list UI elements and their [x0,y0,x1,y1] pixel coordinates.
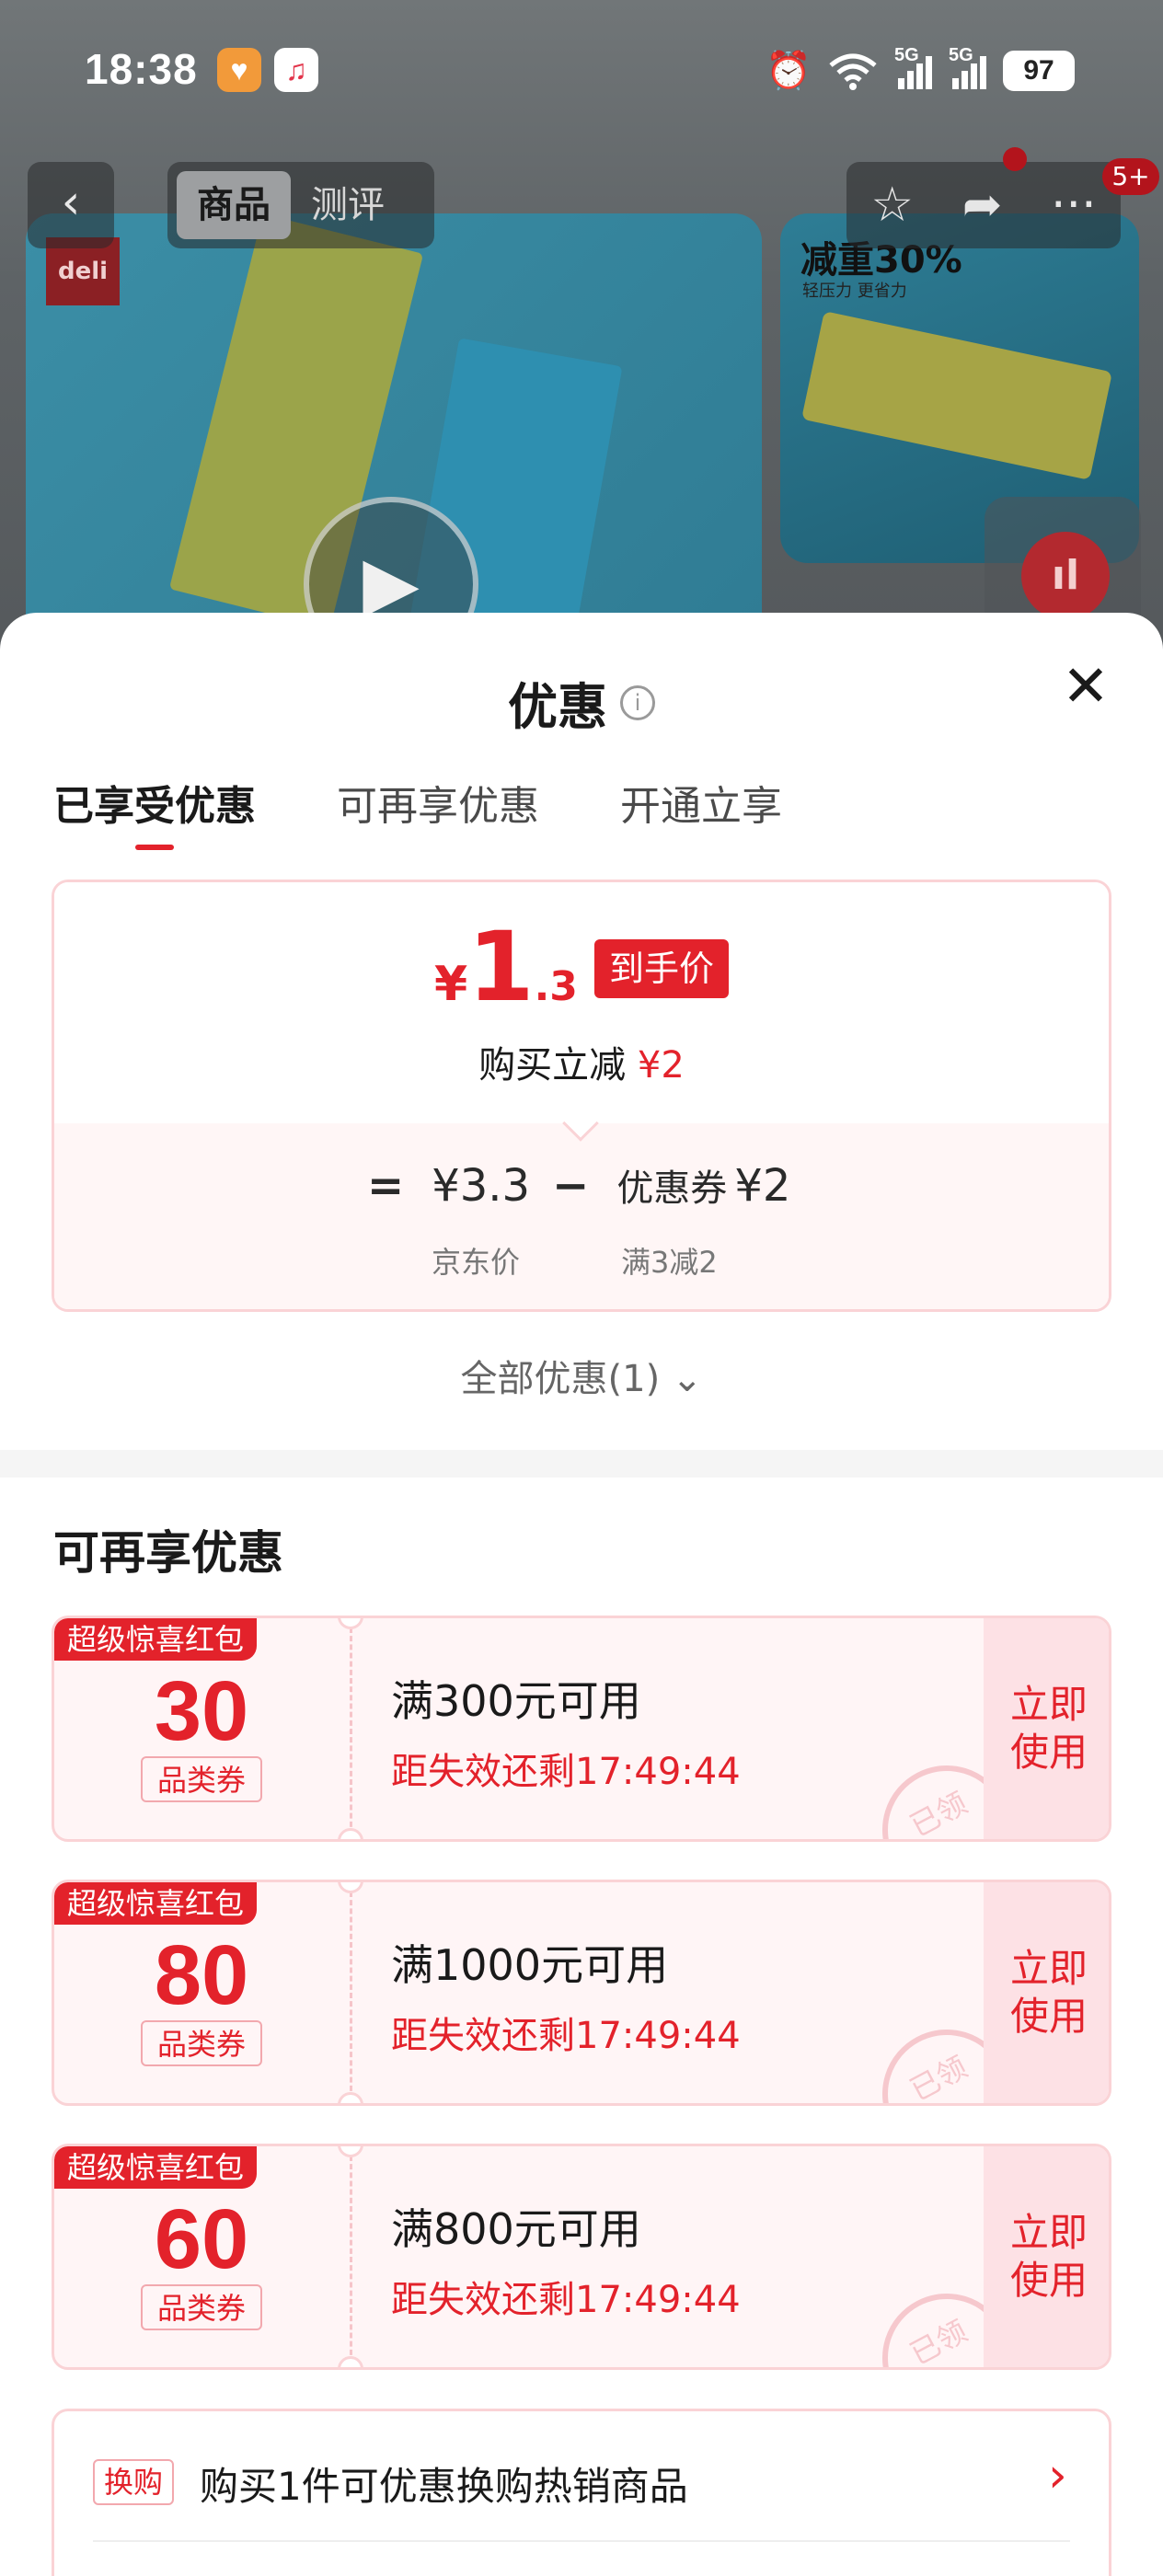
app-notification-icon: ♥ [217,48,261,92]
coupon-card[interactable]: 超级惊喜红包 60 品类券 满800元可用 距失效还剩17:49:44 已领 立… [52,2144,1111,2370]
status-icons: ⏰ 5G 5G 97 [766,45,1075,96]
use-now-button[interactable]: 立即 使用 [984,2146,1109,2367]
coupon-card[interactable]: 超级惊喜红包 80 品类券 满1000元可用 距失效还剩17:49:44 已领 … [52,1880,1111,2106]
section-title: 可再享优惠 [53,1526,283,1580]
save-text: 购买立减 [478,1044,627,1087]
signal-icon: 5G [894,45,932,89]
all-offers-label: 全部优惠(1) [460,1358,661,1400]
signal-icon: 5G [949,45,986,89]
final-price: ¥1.3 到手价 [54,919,1109,1015]
final-price-tag: 到手价 [593,939,729,998]
coupon-condition: 满1000元可用 [391,1940,669,1990]
top-actions: ☆ ➦ ··· [846,162,1121,248]
coupon-rule: 满3减2 [621,1245,718,1280]
sheet-header: 优惠 i [0,666,1163,739]
sheet-title: 优惠 [508,678,607,736]
price-decimal: .3 [534,963,578,1010]
coupon-condition: 满800元可用 [391,2204,641,2254]
chevron-down-icon: ⌄ [671,1358,703,1400]
tab-activate[interactable]: 开通立享 [620,773,782,832]
divider [93,2540,1070,2542]
product-page-background: deli ▶ 减重30% 轻压力 更省力 ıl 18:38 ♥ ♫ ⏰ 5G 5… [0,0,1163,699]
chevron-right-icon[interactable]: › [1048,2448,1067,2503]
music-app-icon: ♫ [274,48,318,92]
exchange-text: 购买1件可优惠换购热销商品 [200,2464,688,2509]
coupon-value: 30 [154,1664,249,1758]
base-price-label: 京东价 [432,1245,521,1280]
use-now-label: 立即 使用 [1009,1946,1088,2039]
coupon-badge: 超级惊喜红包 [54,1618,258,1661]
network-type-2: 5G [949,45,973,65]
close-icon[interactable]: ✕ [1058,658,1113,715]
exchange-offer-card[interactable]: 换购 购买1件可优惠换购热销商品 › [52,2409,1111,2576]
coupon-expiry: 距失效还剩17:49:44 [391,2279,741,2321]
currency-symbol: ¥ [434,957,468,1012]
exchange-tag: 换购 [93,2459,175,2505]
tab-more-offers[interactable]: 可再享优惠 [337,773,539,832]
price-formula: = ¥3.3− 优惠券 ¥2 [367,1158,812,1212]
price-summary-card: ¥1.3 到手价 购买立减 ¥2 = ¥3.3− 优惠券 ¥2 京东价 满3减2 [52,880,1111,1312]
coupon-card[interactable]: 超级惊喜红包 30 品类券 满300元可用 距失效还剩17:49:44 已领 立… [52,1616,1111,1842]
info-icon[interactable]: i [620,684,655,720]
coupon-value: 80 [154,1928,249,2022]
tab-product[interactable]: 商品 [177,171,291,239]
coupon-value: 60 [154,2192,249,2286]
back-button[interactable]: ‹ [28,162,114,248]
discount-sheet: 优惠 i ✕ 已享受优惠 可再享优惠 开通立享 ¥1.3 到手价 购买立减 ¥2 =… [0,613,1163,2576]
section-divider [0,1450,1163,1478]
message-badge: 5+ [1102,158,1159,195]
wifi-icon [829,53,877,90]
tab-review[interactable]: 测评 [291,171,405,239]
coupon-expiry: 距失效还剩17:49:44 [391,2015,741,2057]
discount-tabs: 已享受优惠 可再享优惠 开通立享 [53,773,782,850]
coupon-label: 优惠券 [616,1167,728,1210]
status-time: 18:38 [85,45,198,93]
coupon-type: 品类券 [141,2284,262,2330]
notification-dot [1003,147,1027,171]
coupon-badge: 超级惊喜红包 [54,1882,258,1925]
network-type-1: 5G [894,45,919,65]
coupon-type: 品类券 [141,2020,262,2066]
side-image-subtitle: 轻压力 更省力 [802,282,907,301]
coupon-condition: 满300元可用 [391,1676,641,1726]
use-now-button[interactable]: 立即 使用 [984,1882,1109,2103]
star-icon[interactable]: ☆ [870,178,914,233]
back-icon: ‹ [61,175,81,230]
price-integer: 1 [467,911,535,1023]
base-price: ¥3.3 [432,1160,531,1212]
use-now-label: 立即 使用 [1009,2210,1088,2303]
instant-discount-line: 购买立减 ¥2 [54,1035,1109,1088]
alarm-icon: ⏰ [766,51,812,91]
coupon-expiry: 距失效还剩17:49:44 [391,1751,741,1793]
all-offers-toggle[interactable]: 全部优惠(1) ⌄ [0,1349,1163,1402]
equals-sign: = [367,1160,405,1212]
coupon-amount: ¥2 [734,1160,791,1212]
use-now-label: 立即 使用 [1009,1682,1088,1775]
more-icon[interactable]: ··· [1051,178,1097,233]
share-icon[interactable]: ➦ [962,178,1003,233]
assistant-icon[interactable]: ıl [1021,532,1110,620]
use-now-button[interactable]: 立即 使用 [984,1618,1109,1839]
coupon-badge: 超级惊喜红包 [54,2146,258,2189]
tab-enjoyed[interactable]: 已享受优惠 [53,773,256,850]
save-amount: ¥2 [637,1044,685,1087]
battery-icon: 97 [1003,51,1075,91]
product-tabs: 商品 测评 [167,162,434,248]
coupon-type: 品类券 [141,1756,262,1802]
minus-sign: − [552,1160,590,1212]
status-bar: 18:38 ♥ ♫ ⏰ 5G 5G 97 [0,0,1163,138]
